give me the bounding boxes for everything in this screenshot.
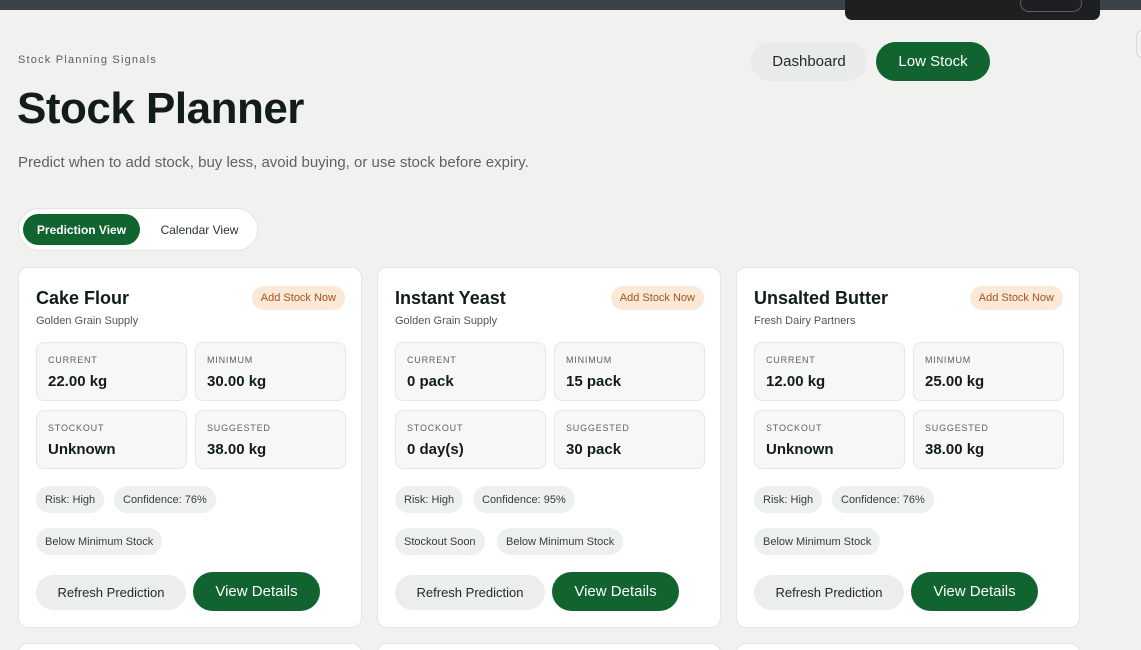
stat-value: 25.00 kg [925,373,985,390]
product-name: Cake Flour [36,288,130,308]
product-card: Instant Yeast Golden Grain Supply Add St… [377,267,721,628]
confidence-chip: Confidence: 95% [473,486,575,513]
low-stock-button[interactable]: Low Stock [876,42,990,81]
view-details-button[interactable]: View Details [552,572,679,611]
confidence-chip: Confidence: 76% [114,486,216,513]
suggested-stat: SUGGESTED 38.00 kg [913,410,1064,469]
page-title: Stock Planner [17,84,304,133]
status-badge: Add Stock Now [969,286,1063,310]
current-stat: CURRENT 12.00 kg [754,342,905,401]
dashboard-button[interactable]: Dashboard [751,42,867,81]
tab-calendar-view[interactable]: Calendar View [147,214,252,245]
view-details-button[interactable]: View Details [911,572,1038,611]
status-badge: Add Stock Now [610,286,704,310]
view-toggle: Prediction View Calendar View [18,208,258,251]
refresh-prediction-button[interactable]: Refresh Prediction [36,575,186,610]
stat-value: 38.00 kg [925,441,985,458]
stockout-stat: STOCKOUT Unknown [36,410,187,469]
minimum-stat: MINIMUM 15 pack [554,342,705,401]
stat-value: 22.00 kg [48,373,108,390]
minimum-stat: MINIMUM 25.00 kg [913,342,1064,401]
stat-value: 30 pack [566,441,622,458]
stat-value: 12.00 kg [766,373,826,390]
stat-label: STOCKOUT [48,423,105,433]
stat-label: STOCKOUT [766,423,823,433]
stat-label: CURRENT [407,355,457,365]
stat-label: MINIMUM [925,355,972,365]
stat-label: STOCKOUT [407,423,464,433]
stat-label: MINIMUM [207,355,254,365]
stat-value: Unknown [766,441,834,458]
stat-label: CURRENT [48,355,98,365]
minimum-stat: MINIMUM 30.00 kg [195,342,346,401]
stat-label: CURRENT [766,355,816,365]
confidence-chip: Confidence: 76% [832,486,934,513]
signal-chip: Below Minimum Stock [36,528,163,555]
product-name: Instant Yeast [395,288,506,308]
stat-value: 15 pack [566,373,622,390]
product-card-partial [18,643,362,650]
stat-value: 0 pack [407,373,454,390]
supplier-name: Golden Grain Supply [395,315,498,327]
supplier-name: Golden Grain Supply [36,315,139,327]
supplier-name: Fresh Dairy Partners [754,315,856,327]
stat-value: 38.00 kg [207,441,267,458]
view-details-button[interactable]: View Details [193,572,320,611]
page-subtitle: Predict when to add stock, buy less, avo… [18,154,529,171]
stat-label: SUGGESTED [566,423,630,433]
product-card-partial [736,643,1080,650]
stat-value: 0 day(s) [407,441,464,458]
product-name: Unsalted Butter [754,288,889,308]
popup-button[interactable] [1020,0,1082,12]
suggested-stat: SUGGESTED 30 pack [554,410,705,469]
refresh-prediction-button[interactable]: Refresh Prediction [395,575,545,610]
product-card: Cake Flour Golden Grain Supply Add Stock… [18,267,362,628]
risk-chip: Risk: High [754,486,823,513]
stat-label: MINIMUM [566,355,613,365]
stat-value: 30.00 kg [207,373,267,390]
edge-handle[interactable] [1136,30,1141,58]
stat-value: Unknown [48,441,116,458]
signal-chip: Stockout Soon [395,528,485,555]
risk-chip: Risk: High [395,486,464,513]
signal-chip: Below Minimum Stock [497,528,624,555]
status-badge: Add Stock Now [251,286,345,310]
signal-chip: Below Minimum Stock [754,528,881,555]
page-eyebrow: Stock Planning Signals [18,54,157,66]
overlay-popup [845,0,1100,20]
stockout-stat: STOCKOUT Unknown [754,410,905,469]
product-card: Unsalted Butter Fresh Dairy Partners Add… [736,267,1080,628]
stat-label: SUGGESTED [925,423,989,433]
current-stat: CURRENT 0 pack [395,342,546,401]
product-card-partial [377,643,721,650]
risk-chip: Risk: High [36,486,105,513]
tab-prediction-view[interactable]: Prediction View [23,214,140,245]
suggested-stat: SUGGESTED 38.00 kg [195,410,346,469]
refresh-prediction-button[interactable]: Refresh Prediction [754,575,904,610]
stat-label: SUGGESTED [207,423,271,433]
stockout-stat: STOCKOUT 0 day(s) [395,410,546,469]
current-stat: CURRENT 22.00 kg [36,342,187,401]
